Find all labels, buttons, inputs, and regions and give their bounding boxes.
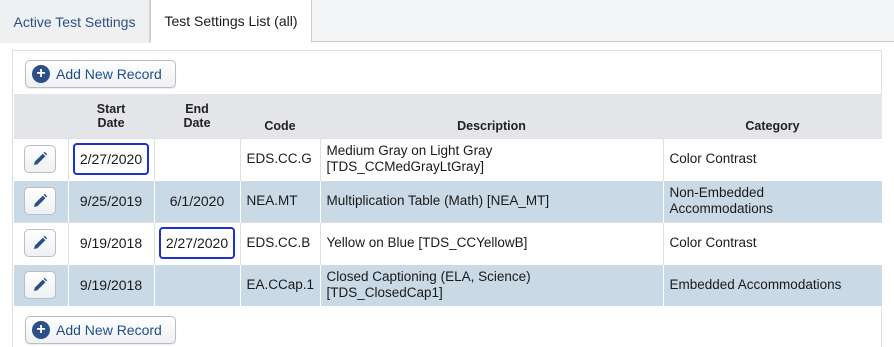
plus-circle-icon: + [32, 321, 50, 339]
edit-cell [14, 221, 68, 264]
end-date-cell [153, 263, 240, 306]
tab-active-test-settings[interactable]: Active Test Settings [0, 0, 150, 43]
tab-bar: Active Test Settings Test Settings List … [0, 0, 894, 43]
code-header[interactable]: Code [240, 94, 320, 138]
description-cell: Yellow on Blue [TDS_CCYellowB] [319, 221, 663, 264]
start-date-header[interactable]: Start Date [68, 94, 154, 138]
start-date-header-line1: Start [96, 101, 126, 116]
description-line2: [TDS_CCMedGrayLtGray] [326, 159, 485, 174]
start-date-cell: 2/27/2020 [67, 137, 154, 180]
end-date-highlight: 2/27/2020 [158, 227, 236, 259]
category-cell: Embedded Accommodations [662, 263, 882, 306]
edit-button[interactable] [24, 271, 56, 300]
add-new-record-button-bottom[interactable]: + Add New Record [25, 316, 176, 344]
pencil-icon [34, 193, 48, 207]
start-date-cell: 9/19/2018 [67, 263, 154, 306]
code-cell: EDS.CC.B [239, 221, 320, 264]
description-cell: Closed Captioning (ELA, Science) [TDS_Cl… [319, 263, 663, 306]
pencil-icon [34, 278, 48, 292]
description-cell: Multiplication Table (Math) [NEA_MT] [319, 179, 663, 222]
add-new-record-label: Add New Record [56, 66, 162, 82]
edit-column-header [14, 94, 68, 138]
end-date-header[interactable]: End Date [154, 94, 240, 138]
code-cell: EDS.CC.G [239, 137, 320, 180]
category-line1: Non-Embedded [669, 185, 765, 200]
table-row: 9/25/2019 6/1/2020 NEA.MT Multiplication… [14, 179, 882, 222]
start-date-highlight: 2/27/2020 [72, 143, 150, 175]
edit-cell [14, 263, 68, 306]
table-row: 9/19/2018 2/27/2020 EDS.CC.B Yellow on B… [14, 221, 882, 264]
test-settings-table: Start Date End Date Code Description Cat… [14, 94, 882, 306]
end-date-header-line2: Date [183, 115, 211, 130]
description-line1: Closed Captioning (ELA, Science) [326, 269, 531, 285]
category-cell: Non-Embedded Accommodations [662, 179, 882, 222]
add-new-record-label: Add New Record [56, 322, 162, 338]
end-date-header-line1: End [185, 101, 209, 116]
description-line1: Multiplication Table (Math) [NEA_MT] [326, 193, 550, 208]
code-cell: NEA.MT [239, 179, 320, 222]
end-date-cell: 2/27/2020 [153, 221, 240, 264]
category-line1: Color Contrast [669, 151, 757, 166]
category-line2: Accommodations [669, 201, 774, 216]
code-cell: EA.CCap.1 [239, 263, 320, 306]
start-date-cell: 9/19/2018 [67, 221, 154, 264]
category-line1: Color Contrast [669, 235, 757, 250]
description-line1: Yellow on Blue [TDS_CCYellowB] [326, 235, 528, 250]
edit-button[interactable] [24, 187, 56, 215]
category-cell: Color Contrast [662, 137, 882, 180]
description-header[interactable]: Description [320, 94, 663, 138]
edit-button[interactable] [24, 145, 56, 173]
edit-button[interactable] [24, 229, 56, 257]
category-line1: Embedded Accommodations [669, 277, 842, 293]
edit-cell [14, 179, 68, 222]
start-date-cell: 9/25/2019 [67, 179, 154, 222]
end-date-cell [153, 137, 240, 180]
add-new-record-button[interactable]: + Add New Record [25, 60, 176, 88]
end-date-cell: 6/1/2020 [153, 179, 240, 222]
description-cell: Medium Gray on Light Gray [TDS_CCMedGray… [319, 137, 663, 180]
plus-circle-icon: + [32, 65, 50, 83]
description-line1: Medium Gray on Light Gray [326, 143, 493, 158]
start-date-header-line2: Date [97, 115, 125, 130]
table-row: 9/19/2018 EA.CCap.1 Closed Captioning (E… [14, 263, 882, 306]
pencil-icon [34, 235, 48, 249]
description-line2: [TDS_ClosedCap1] [326, 285, 443, 301]
pencil-icon [34, 151, 48, 165]
category-header[interactable]: Category [663, 94, 882, 138]
edit-cell [14, 137, 68, 180]
category-cell: Color Contrast [662, 221, 882, 264]
table-row: 2/27/2020 EDS.CC.G Medium Gray on Light … [14, 137, 882, 180]
table-header-row: Start Date End Date Code Description Cat… [14, 94, 882, 138]
tab-test-settings-list[interactable]: Test Settings List (all) [150, 0, 312, 43]
